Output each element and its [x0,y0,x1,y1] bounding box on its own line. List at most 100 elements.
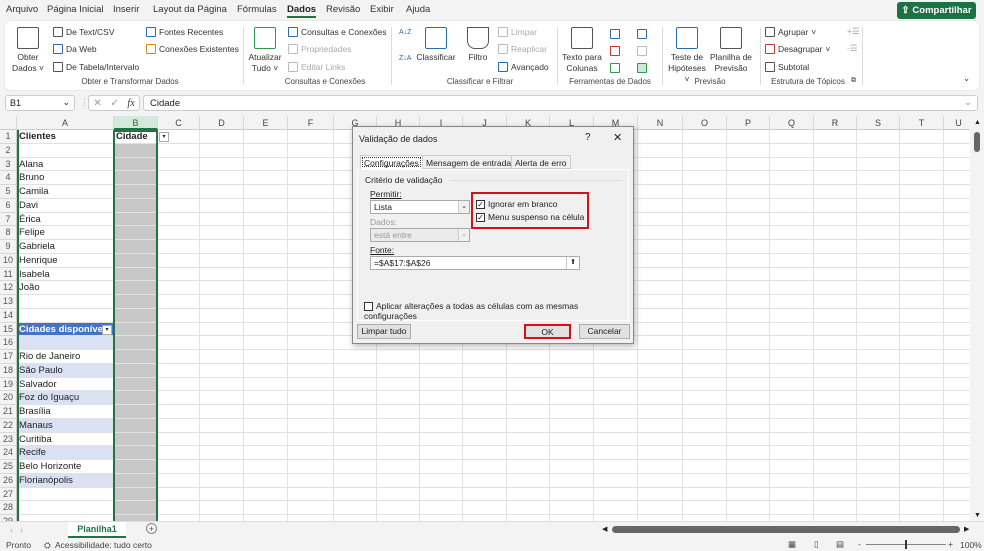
cell-A7[interactable]: Érica [17,213,41,227]
expand-formula-icon[interactable]: ⌄ [964,97,972,108]
enter-icon[interactable]: ✓ [110,98,118,109]
column-header-Q[interactable]: Q [770,116,814,130]
column-header-U[interactable]: U [944,116,970,130]
filter-dropdown-button[interactable]: ▾ [102,324,112,335]
column-header-P[interactable]: P [727,116,770,130]
row-header[interactable]: 21 [0,405,17,419]
tab-formulas[interactable]: Fórmulas [237,4,277,15]
cell-A8[interactable]: Felipe [17,226,45,240]
row-header[interactable]: 5 [0,185,17,199]
row-header[interactable]: 17 [0,350,17,364]
row-header[interactable]: 1 [0,130,17,144]
column-header-O[interactable]: O [683,116,727,130]
dados-select[interactable]: está entre ⌄ [370,228,470,242]
page-break-icon[interactable]: ▤ [836,539,844,550]
column-header-D[interactable]: D [200,116,244,130]
row-header[interactable]: 28 [0,501,17,515]
data-model-icon[interactable] [637,63,647,73]
dialog-launcher-icon[interactable]: ⧉ [851,77,856,85]
horizontal-scrollbar-thumb[interactable] [612,526,960,533]
planilha-previsao-button[interactable]: Planilha de Previsão [709,27,753,74]
zoom-in-icon[interactable]: + [948,539,953,549]
row-header[interactable]: 18 [0,363,17,378]
tab-alerta-erro[interactable]: Alerta de erro [511,155,571,169]
sort-az-button[interactable]: A↓Z [399,29,411,36]
subtotal-button[interactable]: Subtotal [765,62,809,72]
prev-sheet-icon[interactable]: ‹ [10,525,13,535]
texto-para-colunas-button[interactable]: Texto para Colunas [561,27,603,74]
limpar-tudo-button[interactable]: Limpar tudo [357,324,411,339]
cell-A10[interactable]: Henrique [17,254,58,268]
zoom-out-icon[interactable]: - [858,539,861,549]
formula-input[interactable]: Cidade ⌄ [143,95,978,111]
avancado-button[interactable]: Avançado [498,62,549,72]
data-validation-icon[interactable] [610,63,620,73]
editar-links-button[interactable]: Editar Links [288,62,345,72]
row-header[interactable]: 11 [0,267,17,282]
vertical-scrollbar[interactable]: ▲ ▼ [970,116,984,521]
sort-za-button[interactable]: Z↓A [399,55,411,62]
da-web-button[interactable]: Da Web [53,44,97,54]
column-header-B[interactable]: B [114,116,158,130]
collapse-dialog-icon[interactable]: ⬆ [566,257,579,269]
remove-duplicates-icon[interactable] [610,46,620,56]
tab-revisao[interactable]: Revisão [326,4,360,15]
row-header[interactable]: 20 [0,391,17,405]
cell-A22[interactable]: Manaus [17,419,53,433]
consolidate-icon[interactable] [637,29,647,39]
row-header[interactable]: 7 [0,212,17,227]
row-header[interactable]: 13 [0,295,17,309]
cell-A15[interactable]: Cidades disponíves [17,323,108,337]
row-header[interactable]: 8 [0,226,17,240]
cancelar-button[interactable]: Cancelar [579,324,630,339]
cell-B1[interactable]: Cidade [114,130,148,144]
cell-A21[interactable]: Brasília [17,405,51,419]
cell-A20[interactable]: Foz do Iguaçu [17,391,79,405]
filtro-button[interactable]: Filtro [465,27,491,63]
row-header[interactable]: 22 [0,418,17,433]
cell-A19[interactable]: Salvador [17,378,57,392]
tab-inserir[interactable]: Inserir [113,4,139,15]
validation-dropdown-button[interactable]: ▾ [159,132,169,142]
add-sheet-button[interactable]: + [146,523,157,534]
cell-A1[interactable]: Clientes [17,130,56,144]
scroll-down-icon[interactable]: ▼ [974,512,981,519]
classificar-button[interactable]: Classificar [416,27,456,63]
de-text-csv-button[interactable]: De Text/CSV [53,27,115,37]
zoom-slider-thumb[interactable] [905,540,907,549]
limpar-button[interactable]: Limpar [498,27,537,37]
propriedades-button[interactable]: Propriedades [288,44,352,54]
cell-A3[interactable]: Alana [17,158,43,172]
row-header[interactable]: 27 [0,487,17,502]
cell-A25[interactable]: Belo Horizonte [17,460,81,474]
select-all-corner[interactable] [0,116,17,130]
cell-A5[interactable]: Camila [17,185,49,199]
consultas-conexoes-button[interactable]: Consultas e Conexões [288,27,387,37]
help-button[interactable]: ? [585,132,591,143]
scroll-up-icon[interactable]: ▲ [974,119,981,126]
tab-exibir[interactable]: Exibir [370,4,394,15]
cell-A23[interactable]: Curitiba [17,433,52,447]
show-detail-icon[interactable]: +☰ [847,26,860,37]
column-header-F[interactable]: F [288,116,334,130]
fonte-input[interactable]: =$A$17:$A$26 ⬆ [370,256,580,270]
cell-A6[interactable]: Davi [17,199,38,213]
tab-dados[interactable]: Dados [287,4,317,18]
row-header[interactable]: 4 [0,171,17,185]
row-header[interactable]: 9 [0,240,17,254]
row-header[interactable]: 10 [0,253,17,268]
atualizar-tudo-button[interactable]: Atualizar Tudo ˅ [247,27,283,74]
cell-A12[interactable]: João [17,281,40,295]
aplicar-checkbox[interactable]: Aplicar alterações a todas as células co… [364,301,628,321]
cell-A9[interactable]: Gabriela [17,240,55,254]
desagrupar-button[interactable]: Desagrupar ˅ [765,44,830,54]
close-button[interactable]: ✕ [613,131,622,144]
cell-A24[interactable]: Recife [17,446,46,460]
row-header[interactable]: 6 [0,198,17,213]
cell-A4[interactable]: Bruno [17,171,44,185]
permitir-select[interactable]: Lista ⌄ [370,200,470,214]
column-header-T[interactable]: T [900,116,944,130]
fontes-recentes-button[interactable]: Fontes Recentes [146,27,223,37]
conexoes-existentes-button[interactable]: Conexões Existentes [146,44,239,54]
row-header[interactable]: 14 [0,308,17,323]
